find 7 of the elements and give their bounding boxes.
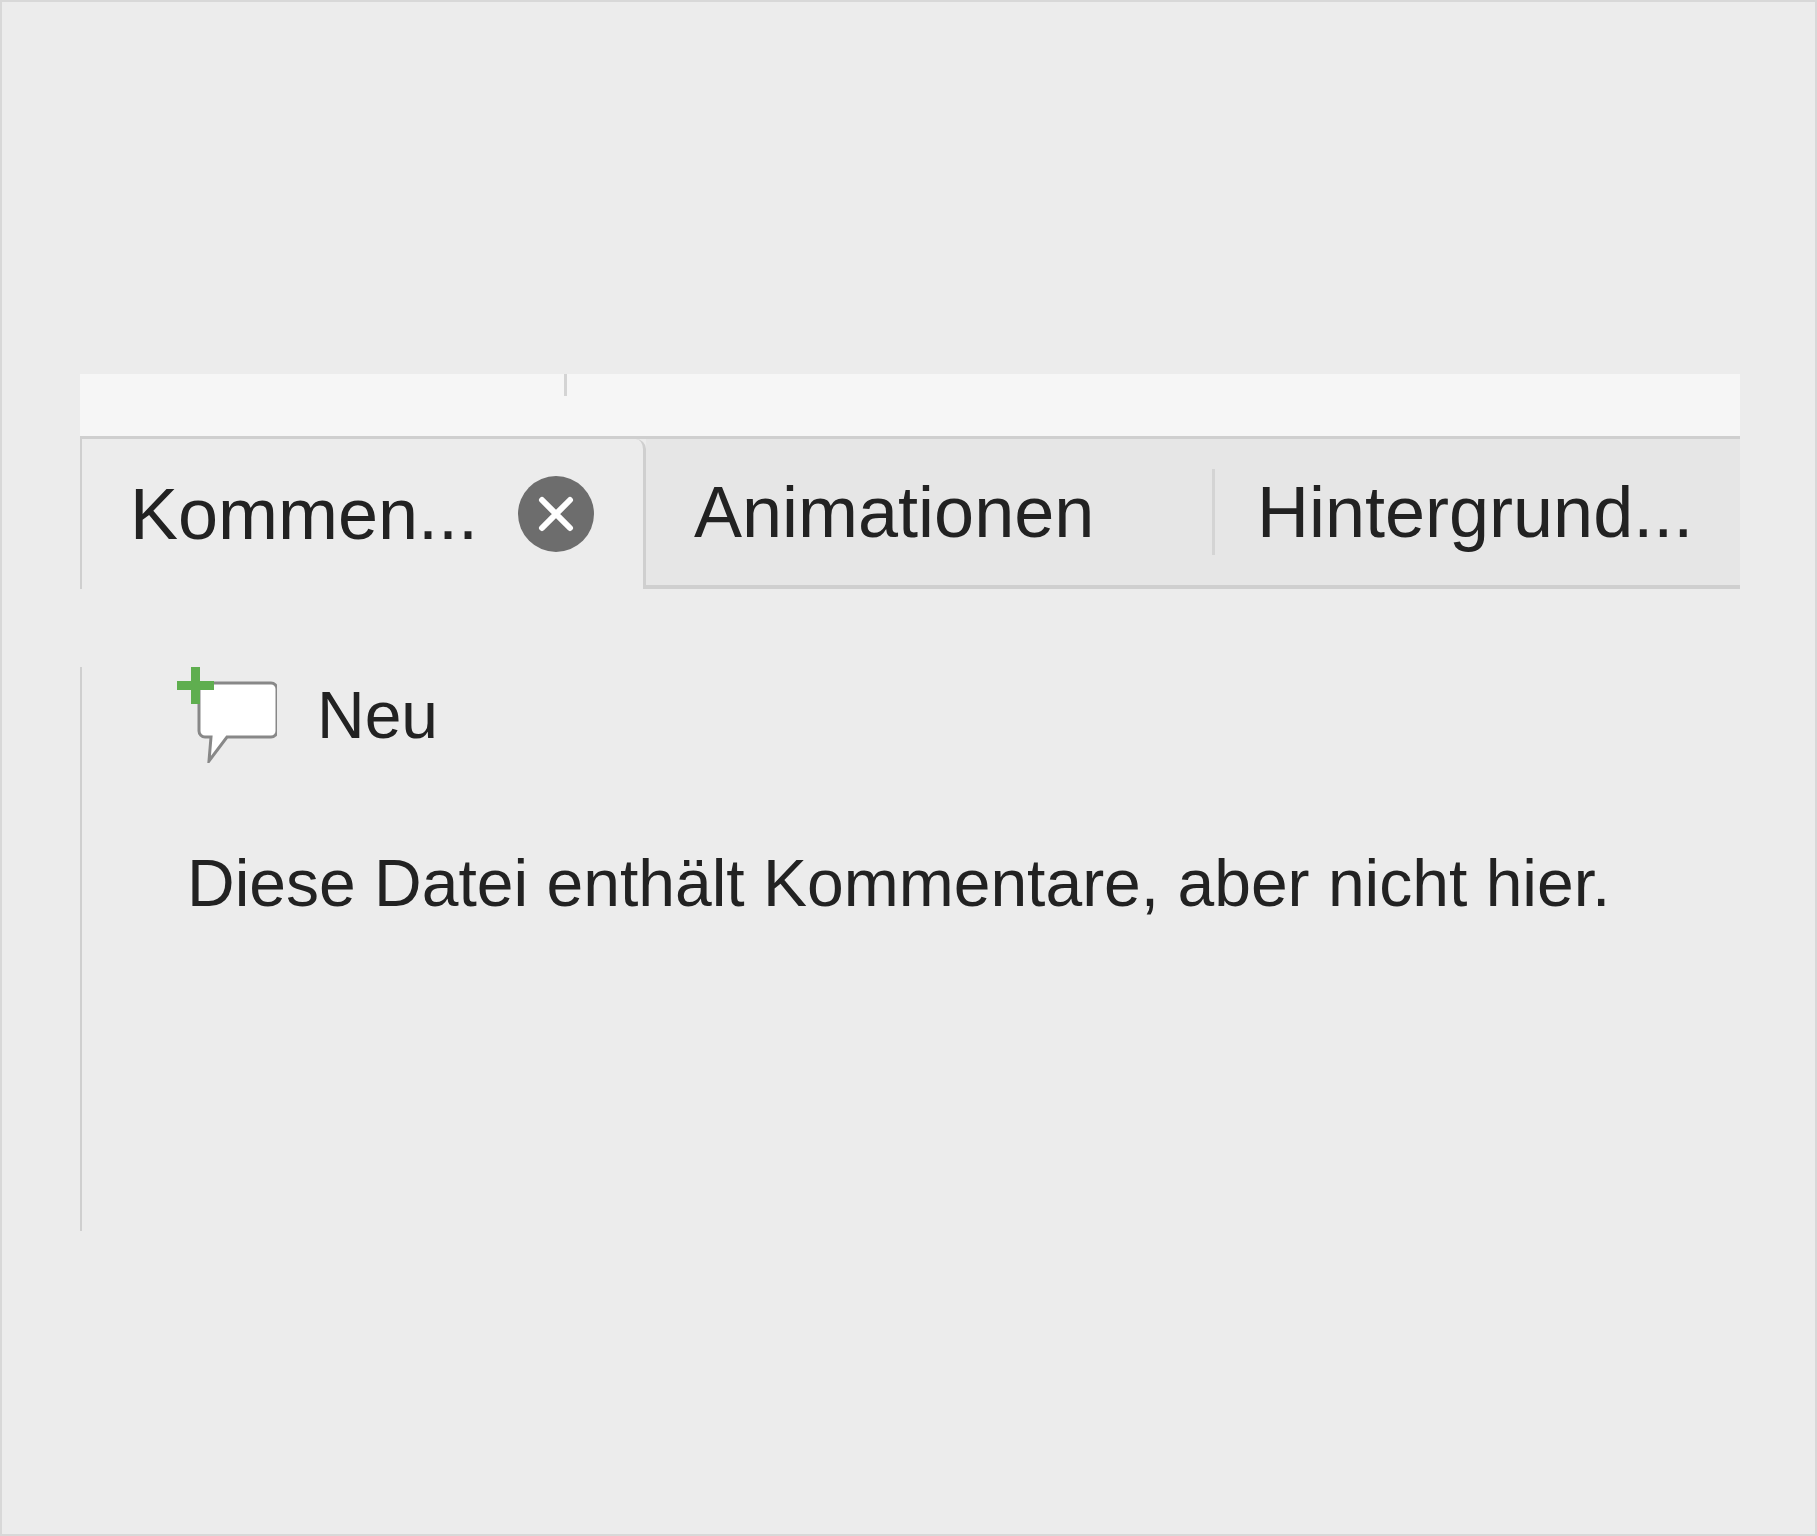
new-comment-button[interactable]: Neu xyxy=(177,667,439,763)
tab[interactable]: Animationen xyxy=(646,439,1215,589)
tab[interactable]: Hintergrund... xyxy=(1215,439,1740,589)
tab[interactable]: Kommen... xyxy=(80,439,646,589)
close-icon[interactable] xyxy=(518,476,595,552)
comment-add-icon xyxy=(177,667,277,763)
info-message: Diese Datei enthält Kommentare, aber nicht hier. xyxy=(187,845,1612,921)
